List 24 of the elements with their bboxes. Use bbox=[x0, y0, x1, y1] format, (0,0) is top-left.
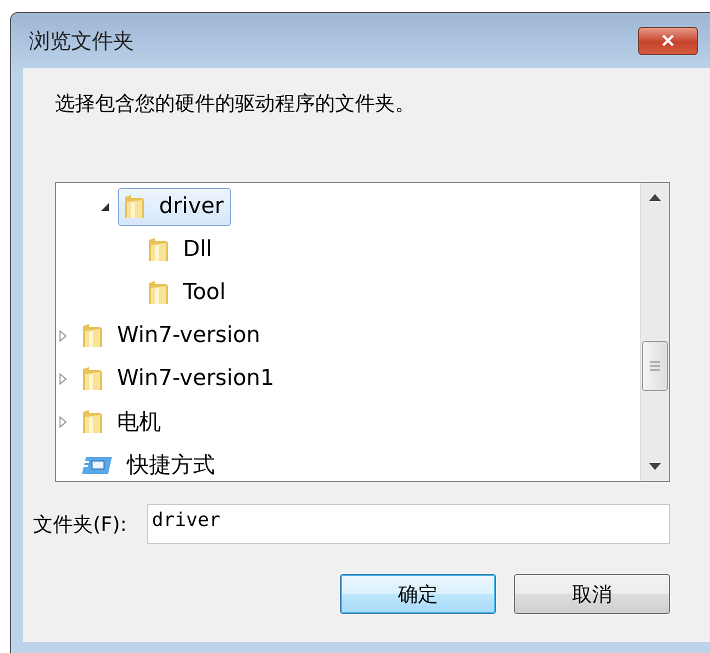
tree-item[interactable]: Dll bbox=[142, 230, 220, 268]
scroll-up-icon[interactable] bbox=[649, 193, 661, 201]
folder-icon bbox=[81, 366, 103, 392]
dialog-button[interactable]: 确定 bbox=[340, 574, 496, 614]
scrollbar[interactable] bbox=[640, 183, 669, 481]
folder-icon bbox=[123, 194, 145, 220]
tree-item[interactable]: Win7-version1 bbox=[76, 360, 282, 398]
tree-item[interactable]: Tool bbox=[142, 274, 233, 312]
tree-item[interactable]: driver bbox=[118, 188, 231, 226]
window-title: 浏览文件夹 bbox=[29, 28, 134, 54]
tree-item[interactable]: 快捷方式 bbox=[76, 446, 222, 481]
folder-icon bbox=[147, 280, 169, 306]
folder-icon bbox=[147, 236, 169, 262]
scroll-thumb[interactable] bbox=[642, 341, 668, 391]
tree-item[interactable]: 电机 bbox=[76, 402, 168, 440]
folder-label: 文件夹(F): bbox=[33, 510, 127, 538]
folder-icon bbox=[81, 322, 103, 348]
folder-icon bbox=[81, 408, 103, 434]
dialog-button[interactable]: 取消 bbox=[514, 574, 670, 614]
instruction-text: 选择包含您的硬件的驱动程序的文件夹。 bbox=[55, 90, 416, 117]
tree-item[interactable]: Win7-version bbox=[76, 316, 268, 354]
folder-field[interactable]: driver bbox=[146, 504, 670, 544]
scroll-down-icon[interactable] bbox=[649, 463, 661, 471]
close-button[interactable]: ✕ bbox=[638, 26, 698, 54]
